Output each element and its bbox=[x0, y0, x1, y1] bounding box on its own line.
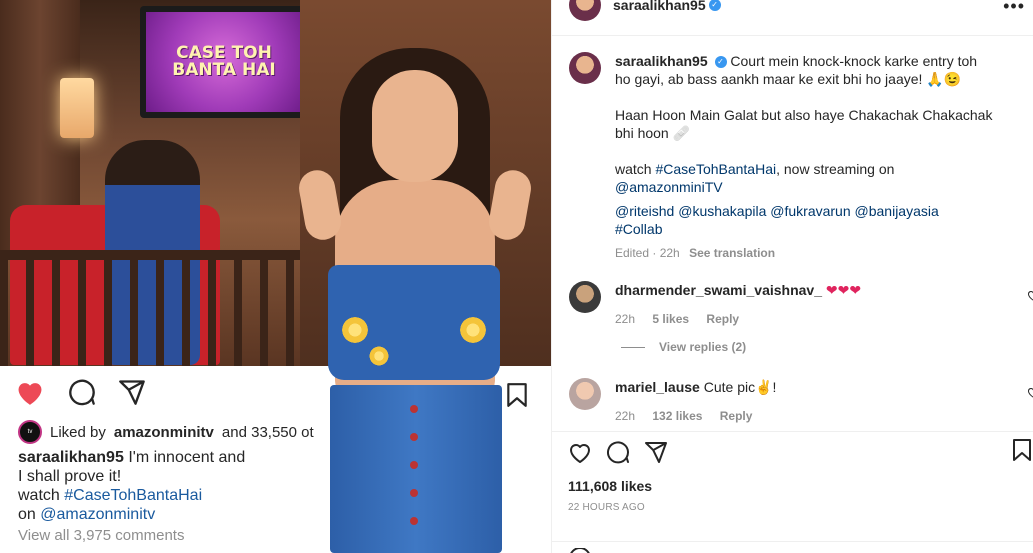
bookmark-icon bbox=[506, 382, 528, 408]
comment-like-heart-icon[interactable] bbox=[1027, 289, 1033, 301]
heart-filled-icon bbox=[14, 378, 46, 406]
commenter-avatar[interactable] bbox=[569, 378, 601, 410]
liked-by-prefix: Liked by bbox=[50, 423, 106, 441]
caption-mention-link[interactable]: @amazonminiTV bbox=[615, 179, 723, 195]
comment-likes[interactable]: 132 likes bbox=[652, 409, 702, 423]
like-heart-icon[interactable] bbox=[568, 440, 592, 464]
commenter-avatar[interactable] bbox=[569, 281, 601, 313]
comments-list[interactable]: saraalikhan95 ✓ Court mein knock-knock k… bbox=[552, 36, 1033, 431]
verified-badge-icon: ✓ bbox=[714, 56, 727, 69]
foreground-figure bbox=[280, 40, 550, 553]
view-replies-label: View replies (2) bbox=[659, 340, 747, 354]
view-all-comments: View all 3,975 comments bbox=[18, 527, 185, 544]
comment-username[interactable]: mariel_lause bbox=[615, 379, 700, 395]
comment-reply-button[interactable]: Reply bbox=[706, 312, 739, 326]
comment-text: ❤❤❤ bbox=[825, 282, 862, 298]
comment-item: dharmender_swami_vaishnav_ ❤❤❤ 22h 5 lik… bbox=[569, 281, 1033, 326]
liked-by-suffix: and 33,550 ot bbox=[221, 423, 314, 441]
caption-hashtag-link[interactable]: #CaseTohBantaHai bbox=[655, 161, 776, 177]
caption-edited-time: Edited · 22h bbox=[615, 246, 680, 260]
caption-line2: Haan Hoon Main Galat but also haye Chaka… bbox=[615, 107, 993, 141]
comment-item: mariel_lause Cute pic✌! 22h 132 likes Re… bbox=[569, 378, 1033, 423]
comment-time: 22h bbox=[615, 409, 636, 423]
share-icon[interactable] bbox=[644, 440, 668, 464]
caption-author[interactable]: saraalikhan95 bbox=[615, 53, 708, 69]
caption-collab-tag[interactable]: #Collab bbox=[615, 220, 995, 238]
liked-by-user: amazonminitv bbox=[113, 423, 214, 441]
caption-mention: @amazonminitv bbox=[40, 506, 156, 523]
view-replies-button[interactable]: View replies (2) bbox=[621, 340, 746, 354]
liked-by-line: tv Liked by amazonminitv and 33,550 ot bbox=[18, 420, 314, 444]
comment-icon[interactable] bbox=[606, 440, 630, 464]
comment-like-heart-icon[interactable] bbox=[1027, 386, 1033, 398]
post-header: saraalikhan95 ✓ ••• bbox=[552, 0, 1033, 36]
liked-by-avatar: tv bbox=[18, 420, 42, 444]
caption-block: saraalikhan95 ✓ Court mein knock-knock k… bbox=[569, 52, 995, 262]
caption-on: on bbox=[18, 506, 36, 523]
caption-hashtag: #CaseTohBantaHai bbox=[64, 487, 203, 504]
comment-icon bbox=[68, 378, 96, 406]
comment-username[interactable]: dharmender_swami_vaishnav_ bbox=[615, 282, 822, 298]
caption-line1: I'm innocent and bbox=[128, 449, 246, 466]
overlay-caption: saraalikhan95 I'm innocent and I shall p… bbox=[18, 448, 286, 524]
see-translation-link[interactable]: See translation bbox=[689, 246, 775, 260]
post-timestamp: 22 HOURS AGO bbox=[568, 502, 645, 513]
caption-avatar[interactable] bbox=[569, 52, 601, 84]
post-media[interactable]: CASE TOH BANTA HAI tv Liked by amazonmin… bbox=[0, 0, 551, 553]
caption-line2: I shall prove it! bbox=[18, 468, 122, 485]
comment-reply-button[interactable]: Reply bbox=[720, 409, 753, 423]
caption-mentions[interactable]: @riteishd @kushakapila @fukravarun @bani… bbox=[615, 202, 995, 220]
author-username[interactable]: saraalikhan95 bbox=[613, 0, 706, 13]
railing bbox=[0, 250, 300, 366]
likes-count[interactable]: 111,608 likes bbox=[568, 478, 1018, 494]
comment-text: Cute pic✌! bbox=[703, 379, 777, 395]
caption-line3-mid: , now streaming on bbox=[776, 161, 895, 177]
action-section: 111,608 likes 22 HOURS AGO bbox=[552, 431, 1033, 513]
caption-watch: watch bbox=[18, 487, 60, 504]
more-options-icon[interactable]: ••• bbox=[1003, 0, 1025, 17]
caption-username: saraalikhan95 bbox=[18, 449, 124, 466]
add-comment-row bbox=[552, 541, 1033, 553]
overlay-action-bar bbox=[14, 378, 146, 406]
railing-top bbox=[0, 250, 300, 260]
verified-badge-icon: ✓ bbox=[708, 0, 721, 11]
wall-lamp bbox=[60, 78, 94, 138]
author-avatar[interactable] bbox=[569, 0, 601, 21]
caption-meta: Edited · 22h See translation bbox=[615, 244, 995, 262]
show-logo: CASE TOH BANTA HAI bbox=[172, 43, 276, 80]
emoji-icon[interactable] bbox=[568, 548, 1033, 553]
bookmark-icon[interactable] bbox=[1012, 438, 1032, 462]
comment-time: 22h bbox=[615, 312, 636, 326]
action-bar bbox=[568, 438, 1031, 466]
comment-likes[interactable]: 5 likes bbox=[652, 312, 689, 326]
caption-line3-prefix: watch bbox=[615, 161, 652, 177]
share-icon bbox=[118, 378, 146, 406]
post-details-panel: saraalikhan95 ✓ ••• saraalikhan95 ✓ Cour… bbox=[551, 0, 1033, 553]
